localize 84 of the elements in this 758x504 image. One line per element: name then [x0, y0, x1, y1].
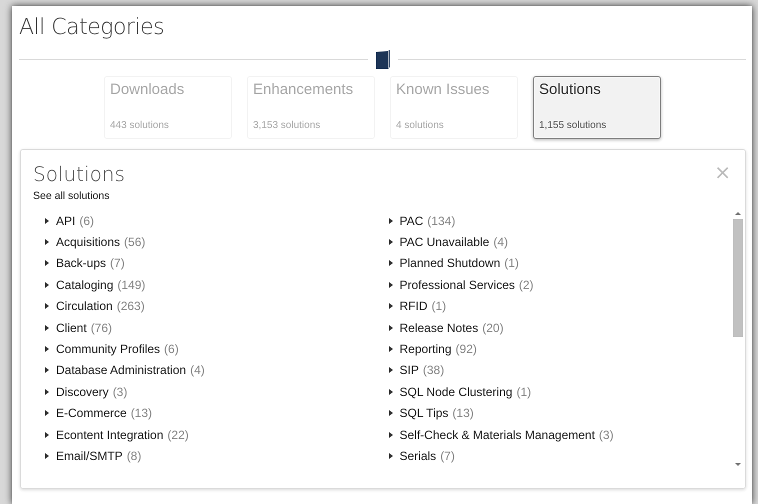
item-count: (2) — [518, 278, 534, 292]
category-link[interactable]: Professional Services — [400, 278, 515, 292]
category-link[interactable]: Email/SMTP — [56, 448, 123, 463]
caret-icon[interactable] — [388, 218, 392, 224]
item-count: (3) — [598, 428, 614, 442]
item-count: (134) — [427, 214, 456, 228]
category-link[interactable]: Circulation — [56, 299, 113, 314]
category-link[interactable]: PAC — [400, 214, 424, 228]
item-count: (4) — [190, 363, 205, 378]
caret-icon[interactable] — [388, 367, 392, 374]
item-count: (20) — [482, 320, 504, 335]
category-name: Known Issues — [396, 81, 490, 98]
category-count: 3,153 solutions — [253, 120, 322, 133]
caret-icon[interactable] — [45, 303, 49, 310]
page-title: All Categories — [19, 16, 166, 40]
caret-icon[interactable] — [45, 218, 49, 224]
see-all-link[interactable]: See all solutions — [33, 190, 125, 202]
item-count: (4) — [493, 235, 508, 250]
item-count: (76) — [90, 320, 112, 335]
category-link[interactable]: Discovery — [56, 384, 109, 399]
item-count: (92) — [456, 342, 477, 356]
category-link[interactable]: PAC Unavailable — [400, 235, 490, 250]
category-link[interactable]: Database Administration — [56, 363, 186, 378]
category-link[interactable]: Reporting — [400, 342, 452, 356]
item-count: (13) — [130, 406, 152, 420]
category-link[interactable]: Release Notes — [400, 320, 478, 335]
category-link[interactable]: Planned Shutdown — [400, 256, 500, 270]
category-link[interactable]: Serials — [400, 448, 436, 463]
item-count: (56) — [124, 235, 146, 250]
caret-icon[interactable] — [388, 239, 392, 246]
item-count: (6) — [164, 342, 179, 356]
caret-icon[interactable] — [45, 346, 49, 352]
item-count: (7) — [440, 448, 455, 463]
caret-icon[interactable] — [388, 388, 392, 395]
caret-icon[interactable] — [45, 324, 49, 331]
category-name: Enhancements — [253, 81, 354, 98]
caret-icon[interactable] — [45, 282, 49, 288]
category-link[interactable]: Client — [56, 320, 87, 335]
item-count: (1) — [504, 256, 519, 270]
caret-icon[interactable] — [45, 432, 49, 438]
category-count: 443 solutions — [110, 120, 170, 133]
caret-icon[interactable] — [45, 452, 49, 459]
category-count: 1,155 solutions — [539, 120, 608, 133]
category-link[interactable]: E-Commerce — [56, 406, 127, 420]
caret-icon[interactable] — [388, 452, 392, 459]
category-link[interactable]: Community Profiles — [56, 342, 160, 356]
caret-icon[interactable] — [388, 410, 392, 416]
caret-icon[interactable] — [388, 260, 392, 266]
item-count: (22) — [167, 428, 189, 442]
caret-icon[interactable] — [45, 388, 49, 395]
item-count: (8) — [126, 448, 142, 463]
item-count: (1) — [516, 384, 532, 399]
category-link[interactable]: SQL Tips — [400, 406, 448, 420]
category-tile[interactable]: Solutions 1,155 solutions — [533, 76, 661, 139]
category-name: Downloads — [110, 81, 186, 98]
category-link[interactable]: Cataloging — [56, 278, 114, 292]
category-link[interactable]: RFID — [400, 299, 428, 314]
category-name: Solutions — [539, 81, 602, 98]
category-link[interactable]: Econtent Integration — [56, 428, 164, 442]
item-count: (263) — [116, 299, 145, 314]
caret-icon[interactable] — [388, 346, 392, 352]
caret-icon[interactable] — [45, 367, 49, 374]
caret-icon[interactable] — [45, 239, 49, 246]
category-link[interactable]: Self-Check & Materials Management — [400, 428, 595, 442]
category-link[interactable]: API — [56, 214, 76, 228]
panel-title: Solutions — [33, 162, 125, 186]
caret-icon[interactable] — [45, 260, 49, 266]
category-link[interactable]: Acquisitions — [56, 235, 120, 250]
caret-icon[interactable] — [388, 282, 392, 288]
item-count: (149) — [117, 278, 146, 292]
item-count: (7) — [110, 256, 125, 270]
category-count: 4 solutions — [396, 120, 445, 133]
category-link[interactable]: Back-ups — [56, 256, 106, 270]
item-count: (6) — [79, 214, 94, 228]
item-count: (13) — [452, 406, 474, 420]
item-count: (1) — [432, 299, 446, 314]
caret-icon[interactable] — [388, 432, 392, 438]
category-link[interactable]: SQL Node Clustering — [400, 384, 512, 399]
caret-icon[interactable] — [45, 410, 49, 416]
item-count: (38) — [422, 363, 444, 378]
item-count: (3) — [112, 384, 128, 399]
category-link[interactable]: SIP — [400, 363, 419, 378]
caret-icon[interactable] — [388, 303, 392, 310]
caret-icon[interactable] — [388, 324, 392, 331]
